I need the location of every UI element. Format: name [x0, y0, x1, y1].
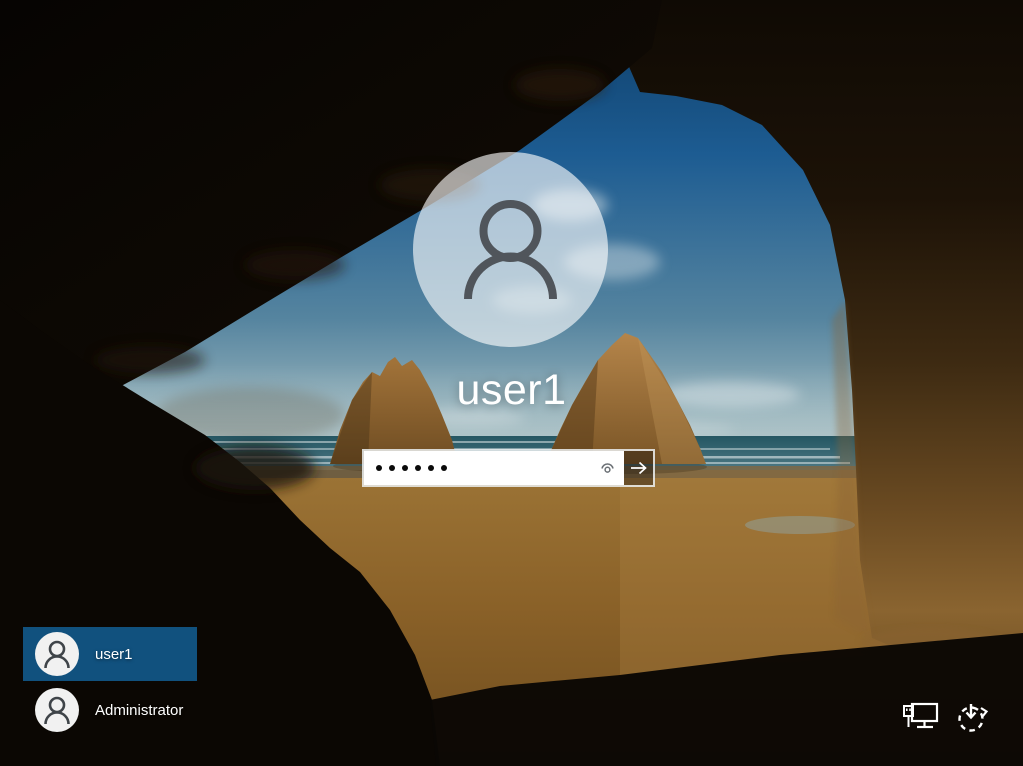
person-icon — [413, 152, 608, 347]
submit-password-button[interactable] — [624, 451, 653, 485]
system-tray — [902, 699, 990, 738]
password-group — [362, 449, 655, 487]
signed-in-username: user1 — [0, 366, 1023, 415]
password-input[interactable] — [364, 451, 624, 485]
user-tile-avatar — [35, 688, 79, 732]
password-dots — [376, 451, 447, 485]
user-tile-label: user1 — [95, 646, 133, 663]
user-list: user1 Administrator — [23, 627, 197, 737]
user-avatar-large — [413, 152, 608, 347]
person-icon — [35, 688, 79, 732]
submit-arrow-icon — [630, 461, 648, 475]
power-update-icon[interactable] — [954, 699, 990, 738]
user-tile-label: Administrator — [95, 702, 183, 719]
person-icon — [35, 632, 79, 676]
network-icon[interactable] — [902, 701, 940, 736]
password-reveal-icon[interactable] — [599, 460, 616, 477]
user-tile-user1[interactable]: user1 — [23, 627, 197, 681]
user-tile-avatar — [35, 632, 79, 676]
user-tile-administrator[interactable]: Administrator — [23, 683, 197, 737]
